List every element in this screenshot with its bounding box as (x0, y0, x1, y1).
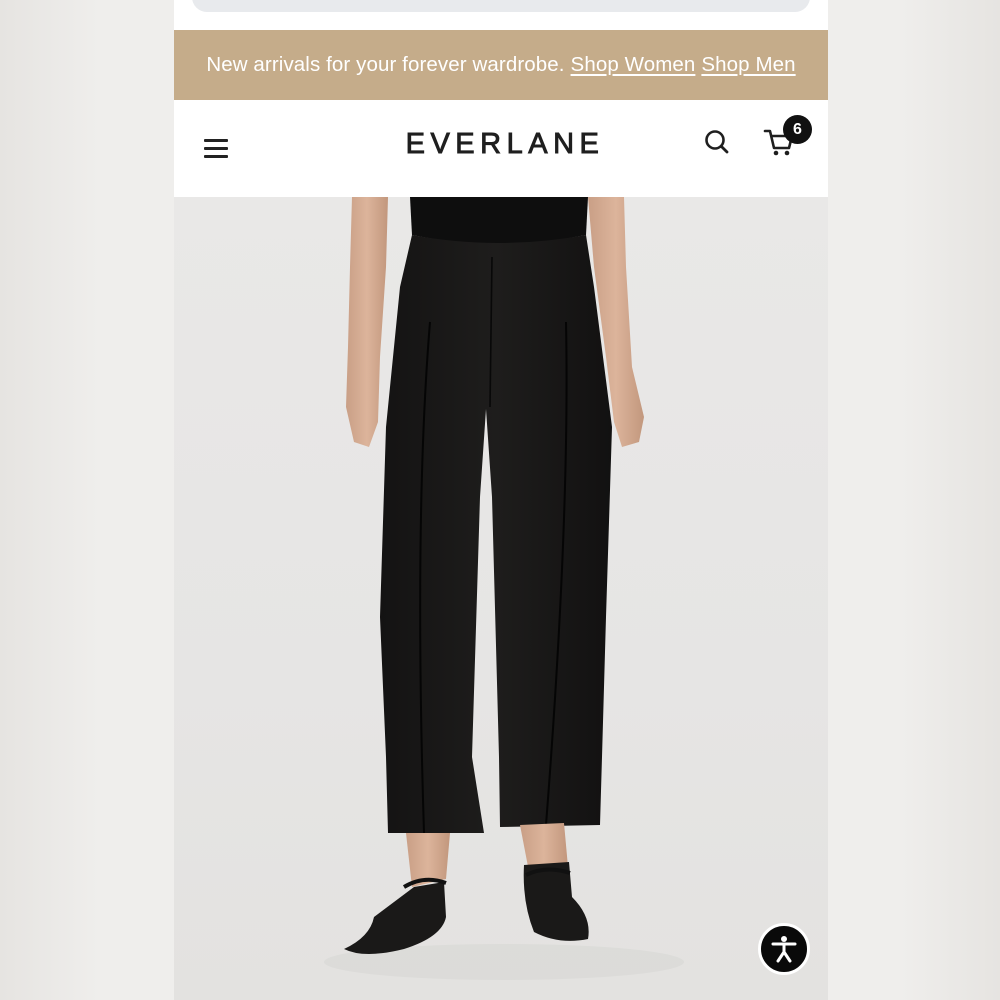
accessibility-button[interactable] (758, 923, 810, 975)
shop-men-link[interactable]: Shop Men (701, 53, 795, 77)
mobile-page: New arrivals for your forever wardrobe. … (174, 0, 828, 1000)
browser-bar (174, 0, 828, 30)
site-header: EVERLANE 6 (174, 100, 828, 197)
promo-text: New arrivals for your forever wardrobe. (206, 53, 565, 76)
address-bar[interactable] (192, 0, 810, 12)
black-cropped-flare-pants-icon (324, 197, 684, 980)
cart-count-badge: 6 (783, 115, 812, 144)
site-logo[interactable]: EVERLANE (392, 128, 618, 161)
promo-banner: New arrivals for your forever wardrobe. … (174, 30, 828, 100)
search-icon[interactable] (703, 128, 731, 156)
menu-icon[interactable] (204, 139, 228, 159)
shop-women-link[interactable]: Shop Women (571, 53, 696, 77)
accessibility-icon (771, 936, 797, 963)
product-image[interactable] (174, 197, 828, 1000)
